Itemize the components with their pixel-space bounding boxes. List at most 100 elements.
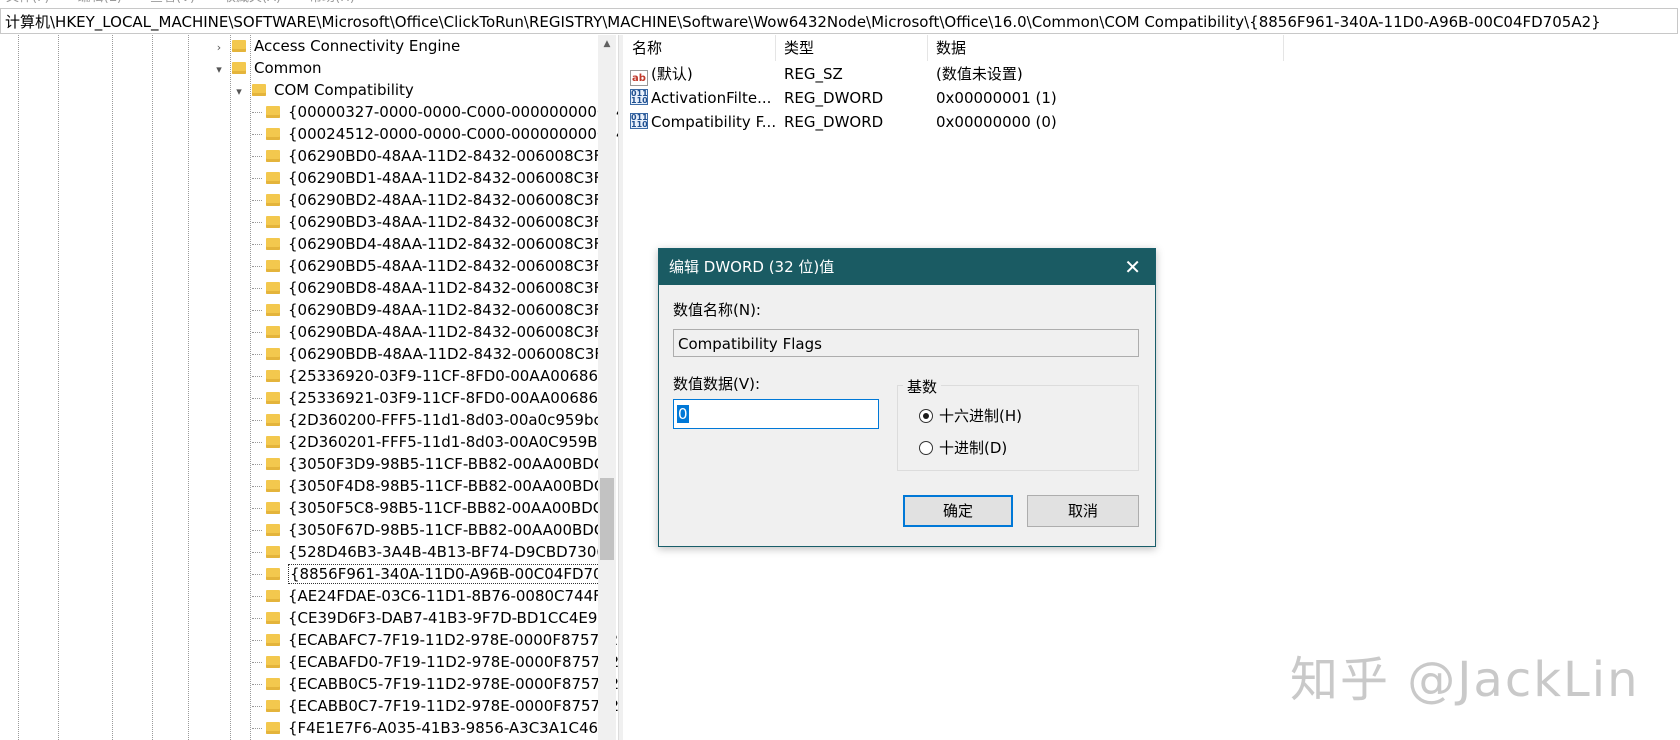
tree-node[interactable]: {3050F3D9-98B5-11CF-BB82-00AA00BDCE (266, 453, 614, 475)
chevron-down-icon[interactable]: ▾ (232, 81, 246, 103)
tree-connector (252, 266, 262, 267)
tree-connector (252, 200, 262, 201)
dialog-body: 数值名称(N): Compatibility Flags 数值数据(V): 0 … (659, 285, 1155, 546)
tree-scrollbar[interactable] (598, 35, 616, 740)
column-header-name[interactable]: 名称 (624, 35, 776, 61)
tree-node[interactable]: {06290BDB-48AA-11D2-8432-006008C3FB (266, 343, 613, 365)
value-row[interactable]: 011 110 ActivationFilte... REG_DWORD 0x000… (624, 86, 1680, 110)
tree-node[interactable]: › Access Connectivity Engine (212, 35, 461, 59)
chevron-down-icon[interactable]: ▾ (212, 59, 226, 81)
tree-scrollbar-thumb[interactable] (600, 478, 614, 560)
tree-node-label: {ECABB0C7-7F19-11D2-978E-0000F8757E2 (288, 697, 618, 715)
menu-view[interactable]: 查看(V) (150, 0, 195, 5)
tree-node[interactable]: {00024512-0000-0000-C000-000000000004 (266, 123, 618, 145)
folder-icon (266, 172, 280, 184)
tree-node[interactable]: {ECABB0C7-7F19-11D2-978E-0000F8757E2 (266, 695, 618, 717)
radio-hex[interactable] (919, 409, 933, 423)
tree-node[interactable]: {528D46B3-3A4B-4B13-BF74-D9CBD7306E (266, 541, 615, 563)
radio-hex-label[interactable]: 十六进制(H) (939, 405, 1022, 426)
folder-icon (266, 480, 280, 492)
tree-node[interactable]: {ECABAFC7-7F19-11D2-978E-0000F8757E2 (266, 629, 618, 651)
folder-icon (266, 568, 280, 580)
tree-node-label: {2D360200-FFF5-11d1-8d03-00a0c959bc0 (288, 411, 612, 429)
tree-node-label: {528D46B3-3A4B-4B13-BF74-D9CBD7306E (288, 543, 616, 561)
tree-node[interactable]: {AE24FDAE-03C6-11D1-8B76-0080C744F3 (266, 585, 611, 607)
value-row[interactable]: ab (默认) REG_SZ (数值未设置) (624, 62, 1680, 86)
watermark: 知乎 @JackLin (1290, 652, 1640, 708)
cancel-button[interactable]: 取消 (1027, 495, 1139, 527)
value-data-text: 0 (677, 405, 689, 423)
tree-node[interactable]: {2D360201-FFF5-11d1-8d03-00A0C959BC (266, 431, 608, 453)
pane-splitter[interactable] (618, 35, 623, 740)
close-icon[interactable]: ✕ (1124, 249, 1141, 285)
folder-icon (266, 216, 280, 228)
tree-connector (252, 706, 262, 707)
menu-edit[interactable]: 编辑(E) (78, 0, 122, 5)
tree-node-label: {2D360201-FFF5-11d1-8d03-00A0C959BC (288, 433, 608, 451)
tree-node[interactable]: {06290BD8-48AA-11D2-8432-006008C3FB (266, 277, 613, 299)
tree-connector (252, 156, 262, 157)
tree-node[interactable]: {ECABAFD0-7F19-11D2-978E-0000F8757E2 (266, 651, 618, 673)
ok-button[interactable]: 确定 (903, 495, 1013, 527)
tree-connector (252, 134, 262, 135)
menu-favorites[interactable]: 收藏夹(A) (223, 0, 281, 5)
folder-icon (266, 700, 280, 712)
column-header-type[interactable]: 类型 (776, 35, 928, 61)
tree-node[interactable]: {06290BD5-48AA-11D2-8432-006008C3FB (266, 255, 613, 277)
value-name-field: Compatibility Flags (673, 329, 1139, 357)
tree-node[interactable]: {06290BD1-48AA-11D2-8432-006008C3FB (266, 167, 613, 189)
value-row[interactable]: 011 110 Compatibility F... REG_DWORD 0x000… (624, 110, 1680, 134)
tree-node[interactable]: {3050F5C8-98B5-11CF-BB82-00AA00BDCE (266, 497, 613, 519)
menu-bar: 文件(F) 编辑(E) 查看(V) 收藏夹(A) 帮助(H) (0, 0, 1680, 8)
tree-node-label: {06290BD8-48AA-11D2-8432-006008C3FB (288, 279, 613, 297)
tree-node[interactable]: {CE39D6F3-DAB7-41B3-9F7D-BD1CC4E923 (266, 607, 617, 629)
tree-guide-line (250, 35, 251, 740)
tree-connector (252, 508, 262, 509)
tree-node[interactable]: {06290BD9-48AA-11D2-8432-006008C3FB (266, 299, 613, 321)
tree-node[interactable]: {F4E1E7F6-A035-41B3-9856-A3C3A1C468 (266, 717, 608, 739)
value-name-label: 数值名称(N): (673, 301, 761, 319)
tree-node-label: {8856F961-340A-11D0-A96B-00C04FD705 (288, 564, 615, 584)
folder-icon (232, 40, 246, 52)
address-bar[interactable]: 计算机\HKEY_LOCAL_MACHINE\SOFTWARE\Microsof… (0, 8, 1678, 34)
tree-node[interactable]: {3050F4D8-98B5-11CF-BB82-00AA00BDCE (266, 475, 614, 497)
tree-node-label: {06290BDA-48AA-11D2-8432-006008C3FE (288, 323, 612, 341)
dialog-title[interactable]: 编辑 DWORD (32 位)值 (659, 249, 1155, 285)
value-data-input[interactable]: 0 (673, 399, 879, 429)
edit-dword-dialog: 编辑 DWORD (32 位)值 ✕ 数值名称(N): Compatibilit… (658, 248, 1156, 547)
menu-help[interactable]: 帮助(H) (309, 0, 355, 5)
tree-node-label: {06290BD5-48AA-11D2-8432-006008C3FB (288, 257, 613, 275)
tree-node[interactable]: {06290BD0-48AA-11D2-8432-006008C3FB (266, 145, 613, 167)
chevron-right-icon[interactable]: › (212, 37, 226, 59)
tree-connector (252, 596, 262, 597)
scroll-up-arrow-icon[interactable]: ▲ (598, 35, 616, 53)
tree-node[interactable]: {00000327-0000-0000-C000-000000000004 (266, 101, 618, 123)
tree-node[interactable]: {06290BDA-48AA-11D2-8432-006008C3FE (266, 321, 612, 343)
tree-node[interactable]: {06290BD2-48AA-11D2-8432-006008C3FB (266, 189, 613, 211)
column-header-data[interactable]: 数据 (928, 35, 1284, 61)
tree-connector (252, 662, 262, 663)
value-type: REG_DWORD (784, 113, 884, 131)
base-group-title: 基数 (903, 376, 942, 397)
tree-node[interactable]: ▾ Common (212, 57, 321, 81)
tree-node[interactable]: {8856F961-340A-11D0-A96B-00C04FD705 (266, 563, 615, 585)
value-type: REG_SZ (784, 65, 843, 83)
tree-node[interactable]: {3050F67D-98B5-11CF-BB82-00AA00BDCE (266, 519, 614, 541)
tree-node[interactable]: {2D360200-FFF5-11d1-8d03-00a0c959bc0 (266, 409, 611, 431)
tree-node-label: {06290BD1-48AA-11D2-8432-006008C3FB (288, 169, 613, 187)
radio-dec-label[interactable]: 十进制(D) (939, 437, 1007, 458)
tree-node[interactable]: ▾ COM Compatibility (232, 79, 414, 101)
binary-value-icon: 011 110 (630, 113, 648, 129)
tree-connector (252, 178, 262, 179)
tree-node[interactable]: {ECABB0C5-7F19-11D2-978E-0000F8757E2 (266, 673, 618, 695)
tree-node-label: {06290BD4-48AA-11D2-8432-006008C3FB (288, 235, 613, 253)
tree-node[interactable]: {25336921-03F9-11CF-8FD0-00AA00686F (266, 387, 607, 409)
radio-dec[interactable] (919, 441, 933, 455)
tree-node[interactable]: {06290BD4-48AA-11D2-8432-006008C3FB (266, 233, 613, 255)
tree-node[interactable]: {25336920-03F9-11CF-8FD0-00AA00686F (266, 365, 607, 387)
tree-guide-line (188, 35, 189, 740)
tree-node[interactable]: {06290BD3-48AA-11D2-8432-006008C3FB (266, 211, 613, 233)
menu-file[interactable]: 文件(F) (6, 0, 50, 5)
tree-connector (252, 618, 262, 619)
binary-value-icon: 011 110 (630, 89, 648, 105)
